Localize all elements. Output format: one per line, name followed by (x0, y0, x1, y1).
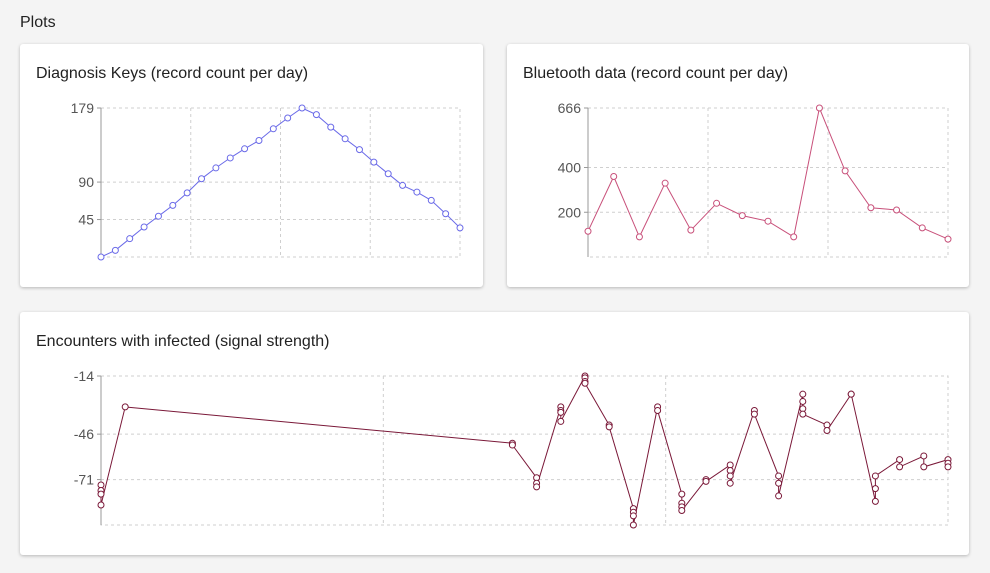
data-point (661, 179, 669, 187)
y-tick-label: -14 (74, 368, 94, 384)
data-point (944, 235, 952, 243)
data-point (198, 175, 206, 183)
data-point (255, 136, 263, 144)
data-point (764, 217, 772, 225)
data-point (370, 158, 378, 166)
data-point (726, 479, 734, 487)
data-point (841, 167, 849, 175)
data-point (183, 189, 191, 197)
data-point (605, 423, 613, 431)
data-point (629, 512, 637, 520)
data-point (738, 212, 746, 220)
data-point (399, 181, 407, 189)
data-point (896, 463, 904, 471)
data-point (896, 456, 904, 464)
data-point (920, 463, 928, 471)
data-point (355, 146, 363, 154)
data-point (557, 408, 565, 416)
data-point (557, 417, 565, 425)
data-point (111, 246, 119, 254)
data-point (169, 201, 177, 209)
data-point (944, 463, 952, 471)
data-point (678, 506, 686, 514)
y-tick-label: 45 (78, 212, 94, 228)
data-point (871, 472, 879, 480)
data-point (327, 123, 335, 131)
data-point (750, 410, 758, 418)
data-point (799, 397, 807, 405)
data-point (126, 235, 134, 243)
data-point (610, 172, 618, 180)
y-tick-label: 400 (558, 160, 582, 176)
y-tick-label: -46 (74, 426, 94, 442)
data-point (775, 472, 783, 480)
data-point (341, 135, 349, 143)
data-point (687, 226, 695, 234)
data-point (790, 233, 798, 241)
grid (100, 107, 461, 258)
data-point (298, 104, 306, 112)
encounters-chart: -14 -46 -71 (74, 368, 952, 529)
y-tick-label: 90 (78, 174, 94, 190)
data-point (226, 154, 234, 162)
grid-frame (100, 375, 949, 526)
data-point (775, 492, 783, 500)
data-point (815, 104, 823, 112)
chart-card-diagnosis-keys: Diagnosis Keys (record count per day) 17… (20, 44, 483, 287)
data-point (847, 390, 855, 398)
data-point (871, 485, 879, 493)
data-point (581, 379, 589, 387)
data-point (726, 472, 734, 480)
data-point (799, 390, 807, 398)
data-point (893, 206, 901, 214)
y-tick-label: 179 (71, 100, 95, 116)
data-point (871, 497, 879, 505)
data-point (312, 111, 320, 119)
data-point (212, 164, 220, 172)
page-title: Plots (20, 14, 56, 31)
data-point (97, 490, 105, 498)
data-point (269, 125, 277, 133)
data-point (775, 479, 783, 487)
data-point (584, 227, 592, 235)
data-point (918, 224, 926, 232)
data-point (241, 145, 249, 153)
data-point (799, 410, 807, 418)
data-point (635, 233, 643, 241)
data-point (654, 407, 662, 415)
data-point (867, 204, 875, 212)
series-line (100, 375, 949, 526)
data-point (413, 188, 421, 196)
bluetooth-data-chart: 666 400 200 (558, 100, 952, 258)
data-point (384, 170, 392, 178)
y-tick-label: -71 (74, 472, 94, 488)
y-tick-label: 666 (558, 100, 582, 116)
data-point (920, 452, 928, 460)
chart-card-bluetooth-data: Bluetooth data (record count per day) 66… (507, 44, 969, 287)
y-tick-label: 200 (558, 204, 582, 220)
data-point (154, 212, 162, 220)
data-point (97, 253, 105, 261)
data-point (678, 490, 686, 498)
data-point (629, 521, 637, 529)
data-point (140, 223, 148, 231)
data-point (533, 483, 541, 491)
data-point (508, 441, 516, 449)
data-point (456, 224, 464, 232)
diagnosis-keys-chart: 179 90 45 (71, 100, 464, 261)
chart-card-encounters: Encounters with infected (signal strengt… (20, 312, 969, 555)
data-point (702, 477, 710, 485)
grid (100, 375, 949, 526)
data-point (442, 210, 450, 218)
data-point (427, 196, 435, 204)
data-point (823, 427, 831, 435)
data-point (713, 199, 721, 207)
data-point (284, 114, 292, 122)
data-point (121, 403, 129, 411)
data-point (97, 501, 105, 509)
